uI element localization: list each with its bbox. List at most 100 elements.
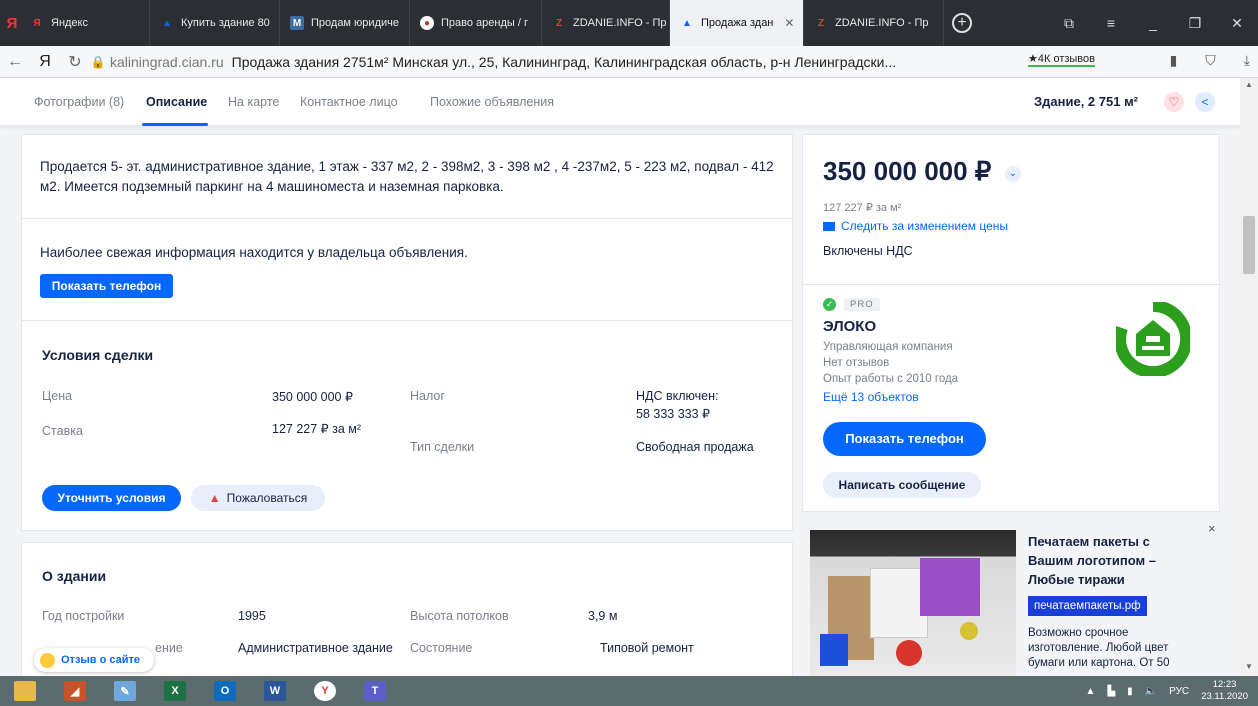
reload-icon[interactable]: ↻ — [60, 52, 90, 72]
agent-name[interactable]: ЭЛОКО — [823, 318, 876, 335]
browser-tab[interactable]: ▲ Купить здание 80 — [150, 0, 280, 46]
page-scrollbar[interactable]: ▲ ▼ — [1240, 78, 1258, 676]
restore-icon[interactable]: ❐ — [1174, 15, 1216, 32]
tab-label: ZDANIE.INFO - Пр — [835, 17, 929, 29]
year-label: Год постройки — [42, 609, 125, 623]
menu-icon[interactable]: ≡ — [1090, 15, 1132, 31]
tax-amount: 58 333 333 ₽ — [636, 407, 710, 421]
ad-title[interactable]: Печатаем пакеты с Вашим логотипом – Любы… — [1028, 532, 1198, 589]
vat-included: Включены НДС — [823, 244, 913, 258]
window-controls: ⧉ ≡ _ ❐ ✕ — [1048, 0, 1258, 46]
favorite-heart-icon[interactable]: ♡ — [1164, 92, 1184, 112]
address-bar: ← Я ↻ 🔒 kaliningrad.cian.ru Продажа здан… — [0, 46, 1258, 78]
minimize-icon[interactable]: _ — [1132, 15, 1174, 31]
condition-value: Типовой ремонт — [600, 641, 694, 655]
verified-shield-icon: ✓ — [823, 298, 836, 311]
chevron-down-icon[interactable]: ⌄ — [1005, 166, 1021, 182]
system-tray: ▲ ▙ ▮ 🔈 РУС 12:23 23.11.2020 — [1086, 679, 1258, 703]
page-title[interactable]: Продажа здания 2751м² Минская ул., 25, К… — [232, 54, 897, 70]
tax-value: НДС включен: — [636, 389, 719, 403]
paint-icon[interactable]: ✎ — [100, 676, 150, 706]
tab-contact[interactable]: Контактное лицо — [300, 95, 398, 109]
clock[interactable]: 12:23 23.11.2020 — [1201, 679, 1248, 703]
battery-icon[interactable]: ▮ — [1127, 686, 1133, 697]
browser-tab[interactable]: Я Яндекс — [20, 0, 150, 46]
complain-button[interactable]: ▲ Пожаловаться — [191, 485, 325, 511]
warning-icon: ▲ — [208, 491, 221, 505]
back-icon[interactable]: ← — [0, 53, 30, 71]
browser-tab-active[interactable]: ▲ Продажа здан ✕ — [670, 0, 804, 46]
follow-price-link[interactable]: Следить за изменением цены — [823, 219, 1008, 233]
lock-icon: 🔒 — [90, 54, 106, 69]
yandex-logo-icon[interactable]: Я — [4, 0, 20, 46]
share-icon[interactable]: < — [1195, 92, 1215, 112]
yandex-browser-icon[interactable]: Y — [300, 676, 350, 706]
rate-value: 127 227 ₽ за м² — [272, 422, 361, 436]
more-objects-link[interactable]: Ещё 13 объектов — [823, 390, 919, 404]
bookmark-icon[interactable]: ▮ — [1170, 52, 1178, 69]
ad-url[interactable]: печатаемпакеты.рф — [1028, 596, 1147, 616]
globe-icon: ● — [420, 16, 434, 30]
envelope-icon — [823, 222, 835, 232]
ad-apple-shape — [960, 622, 978, 640]
language-indicator[interactable]: РУС — [1169, 686, 1189, 697]
agent-logo-icon[interactable] — [1116, 302, 1190, 376]
browser-tab[interactable]: ● Право аренды / г — [410, 0, 542, 46]
tab-label: ZDANIE.INFO - Пр — [573, 17, 667, 29]
deal-type-label: Тип сделки — [410, 440, 475, 454]
browser-tab[interactable]: Z ZDANIE.INFO - Пр — [542, 0, 670, 46]
browser-tab[interactable]: Z ZDANIE.INFO - Пр — [804, 0, 944, 46]
purpose-label: ение — [155, 641, 183, 655]
write-message-button[interactable]: Написать сообщение — [823, 472, 981, 498]
volume-icon[interactable]: 🔈 — [1145, 686, 1157, 697]
ad-close-icon[interactable]: × — [1208, 521, 1216, 536]
ad-image[interactable] — [810, 530, 1016, 676]
plus-icon: + — [952, 13, 972, 33]
tray-arrow-icon[interactable]: ▲ — [1086, 686, 1096, 697]
clarify-terms-button[interactable]: Уточнить условия — [42, 485, 181, 511]
tab-label: Купить здание 80 — [181, 17, 270, 29]
divider — [21, 218, 793, 219]
teams-icon[interactable]: T — [350, 676, 400, 706]
show-phone-button-agent[interactable]: Показать телефон — [823, 422, 986, 456]
deal-type-value: Свободная продажа — [636, 440, 754, 454]
tab-label: Продажа здан — [701, 17, 774, 29]
word-icon[interactable]: W — [250, 676, 300, 706]
browser-tab[interactable]: M Продам юридиче — [280, 0, 410, 46]
close-tab-icon[interactable]: ✕ — [784, 16, 794, 30]
tab-map[interactable]: На карте — [228, 95, 279, 109]
owner-notice: Наиболее свежая информация находится у в… — [40, 245, 468, 260]
price-value: 350 000 000 ₽ — [272, 390, 353, 404]
network-icon[interactable]: ▙ — [1107, 686, 1115, 697]
agent-experience: Опыт работы с 2010 года — [823, 373, 959, 385]
show-phone-button[interactable]: Показать телефон — [40, 274, 173, 298]
tab-photos[interactable]: Фотографии (8) — [34, 95, 124, 109]
price-label: Цена — [42, 389, 73, 403]
tabs-menu-icon[interactable]: ⧉ — [1048, 15, 1090, 32]
new-tab-button[interactable]: + — [944, 0, 980, 46]
ceiling-value: 3,9 м — [588, 609, 618, 623]
ad-bag-shape — [820, 634, 848, 666]
listing-description: Продается 5- эт. административное здание… — [40, 159, 774, 194]
tab-description[interactable]: Описание — [146, 95, 207, 109]
ad-bag-shape — [920, 558, 980, 616]
protect-icon[interactable]: ⛉ — [1205, 52, 1216, 69]
excel-icon[interactable]: X — [150, 676, 200, 706]
scroll-thumb[interactable] — [1243, 216, 1255, 274]
scroll-up-icon[interactable]: ▲ — [1245, 80, 1253, 89]
windows-taskbar: ◢ ✎ X O W Y T ▲ ▙ ▮ 🔈 РУС 12:23 23.11.20… — [0, 676, 1258, 706]
url-domain[interactable]: kaliningrad.cian.ru — [110, 54, 224, 70]
tab-similar[interactable]: Похожие объявления — [430, 95, 554, 109]
close-window-icon[interactable]: ✕ — [1216, 15, 1258, 32]
feedback-button[interactable]: Отзыв о сайте — [34, 648, 154, 672]
price-main: 350 000 000 ₽ — [823, 156, 992, 186]
outlook-icon[interactable]: O — [200, 676, 250, 706]
site-reviews-badge[interactable]: ★4К отзывов — [1028, 52, 1095, 67]
yandex-home-icon[interactable]: Я — [30, 53, 60, 71]
download-icon[interactable]: ⤓ — [1244, 52, 1250, 69]
scroll-down-icon[interactable]: ▼ — [1245, 662, 1253, 671]
rate-label: Ставка — [42, 424, 83, 438]
matlab-icon[interactable]: ◢ — [50, 676, 100, 706]
feedback-label: Отзыв о сайте — [61, 654, 141, 666]
file-explorer-icon[interactable] — [0, 676, 50, 706]
